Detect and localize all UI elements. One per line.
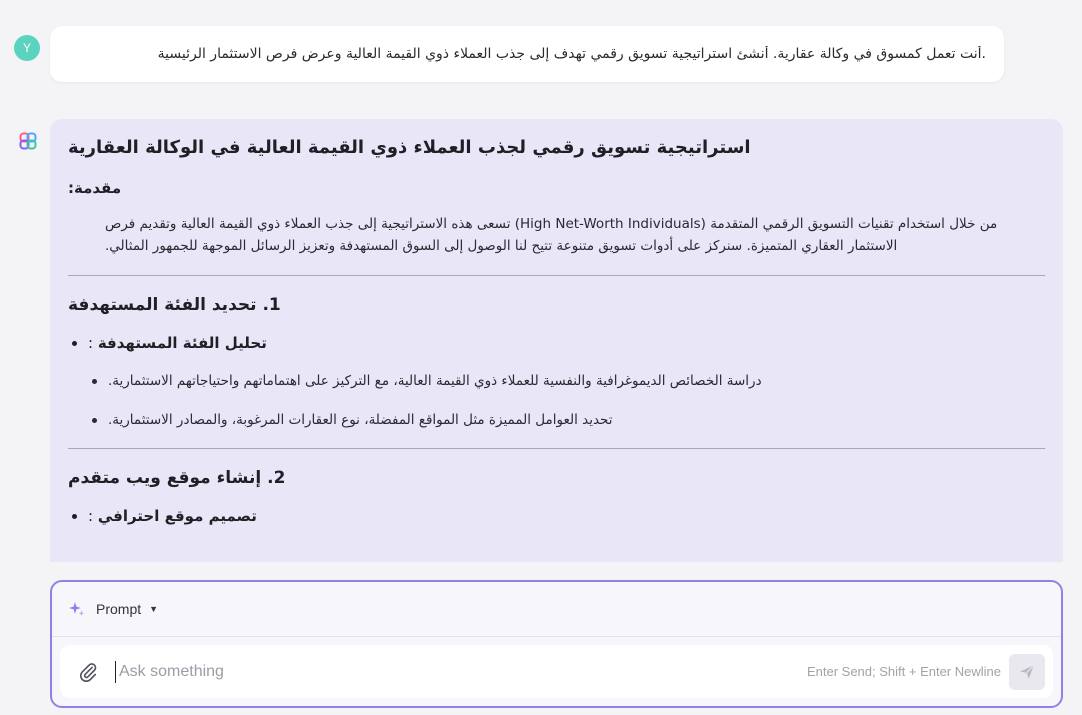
sub-bullet-text: تحديد العوامل المميزة مثل المواقع المفضل… bbox=[108, 412, 613, 428]
user-message-text: .أنت تعمل كمسوق في وكالة عقارية. أنشئ اس… bbox=[157, 46, 986, 62]
input-row: Enter Send; Shift + Enter Newline bbox=[60, 645, 1053, 698]
chat-input[interactable] bbox=[115, 660, 807, 683]
divider bbox=[68, 448, 1045, 449]
ai-logo-icon bbox=[19, 132, 37, 150]
bullet-dot bbox=[72, 514, 77, 519]
chevron-down-icon: ▼ bbox=[149, 604, 159, 614]
bullet-label: تصميم موقع احترافي bbox=[97, 507, 257, 525]
chat-area: Y .أنت تعمل كمسوق في وكالة عقارية. أنشئ … bbox=[0, 0, 1082, 562]
section-heading-2: 2. إنشاء موقع ويب متقدم bbox=[68, 468, 286, 488]
paperclip-icon[interactable] bbox=[77, 661, 99, 683]
section-heading-1: 1. تحديد الفئة المستهدفة bbox=[68, 295, 281, 315]
prompt-mode-selector[interactable]: Prompt ▼ bbox=[52, 582, 1061, 637]
bullet-item: تحليل الفئة المستهدفة : bbox=[68, 332, 1045, 354]
user-message-bubble: .أنت تعمل كمسوق في وكالة عقارية. أنشئ اس… bbox=[50, 26, 1004, 82]
bullet-suffix: : bbox=[88, 334, 98, 352]
bullet-item: تصميم موقع احترافي : bbox=[68, 505, 1045, 527]
prompt-mode-label: Prompt bbox=[96, 601, 142, 617]
send-icon bbox=[1020, 664, 1035, 679]
keyboard-hint: Enter Send; Shift + Enter Newline bbox=[806, 664, 1001, 679]
sub-bullet-dot bbox=[92, 418, 97, 423]
send-button[interactable] bbox=[1009, 653, 1045, 690]
intro-text-english: (High Net-Worth Individuals) bbox=[514, 216, 706, 232]
assistant-message-bubble: استراتيجية تسويق رقمي لجذب العملاء ذوي ا… bbox=[50, 119, 1063, 562]
intro-heading: مقدمة: bbox=[68, 179, 122, 197]
bullet-suffix: : bbox=[88, 507, 98, 525]
sparkle-icon bbox=[69, 602, 85, 617]
sub-bullet-text: دراسة الخصائص الديموغرافية والنفسية للعم… bbox=[108, 373, 762, 389]
user-avatar: Y bbox=[14, 35, 40, 61]
bullet-dot bbox=[72, 341, 77, 346]
divider bbox=[68, 275, 1045, 276]
sub-bullet-item: تحديد العوامل المميزة مثل المواقع المفضل… bbox=[68, 409, 1045, 431]
response-title: استراتيجية تسويق رقمي لجذب العملاء ذوي ا… bbox=[68, 137, 751, 158]
composer: Prompt ▼ Enter Send; Shift + Enter Newli… bbox=[50, 580, 1063, 708]
sub-bullet-item: دراسة الخصائص الديموغرافية والنفسية للعم… bbox=[68, 370, 1045, 392]
sub-bullet-dot bbox=[92, 379, 97, 384]
intro-text-part1: من خلال استخدام تقنيات التسويق الرقمي ال… bbox=[705, 216, 998, 232]
intro-paragraph: من خلال استخدام تقنيات التسويق الرقمي ال… bbox=[105, 213, 1045, 257]
bullet-label: تحليل الفئة المستهدفة bbox=[97, 334, 267, 352]
